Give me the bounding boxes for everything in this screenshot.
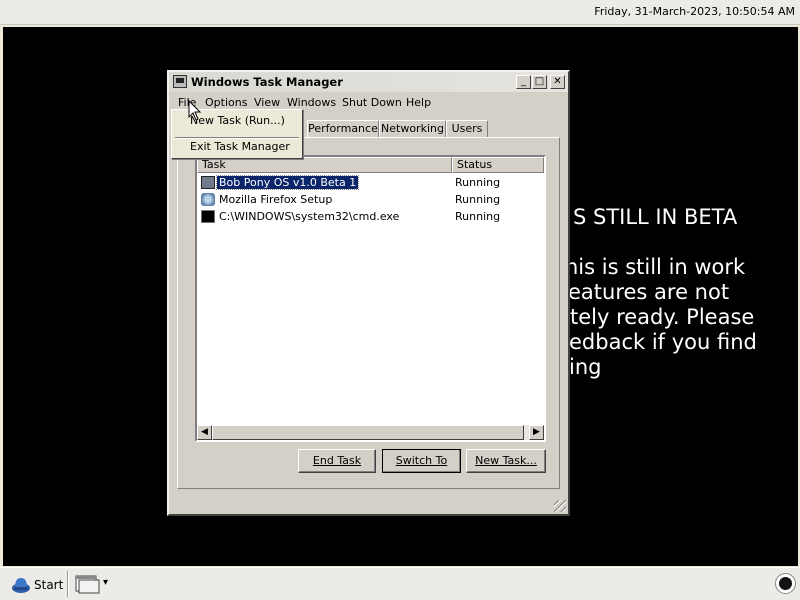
desktop-text-line: eatures are not [568,280,730,304]
maximize-button[interactable]: □ [532,75,547,89]
start-button[interactable]: Start [8,571,64,597]
start-icon [12,578,30,593]
end-task-button[interactable]: End Task [298,449,376,473]
scroll-thumb[interactable] [212,425,524,440]
task-row[interactable]: Bob Pony OS v1.0 Beta 1 Running [197,175,542,191]
tab-users[interactable]: Users [446,120,488,138]
task-name: Bob Pony OS v1.0 Beta 1 [215,175,360,190]
window-selector-button[interactable]: ▾ [74,572,112,596]
task-status: Running [455,176,501,189]
column-header-task[interactable]: Task [197,157,452,173]
window-title: Windows Task Manager [191,75,343,89]
desktop-text-line: edback if you find [569,330,757,354]
top-panel: Friday, 31-March-2023, 10:50:54 AM [0,0,800,25]
task-name: Mozilla Firefox Setup [219,193,333,206]
task-status: Running [455,210,501,223]
menu-item-new-task[interactable]: New Task (Run...) [190,114,285,127]
task-status: Running [455,193,501,206]
desktop-text-line: his is still in work [565,255,746,279]
task-list[interactable]: Task Status Bob Pony OS v1.0 Beta 1 Runn… [195,155,546,442]
desktop-text-line: tely ready. Please [570,305,755,329]
maximize-icon: □ [534,76,545,87]
switch-to-button[interactable]: Switch To [382,449,461,473]
mouse-cursor-icon [188,100,202,121]
taskbar-separator [67,571,69,597]
scroll-right-icon: ▶ [533,427,540,437]
task-row[interactable]: C:\WINDOWS\system32\cmd.exe Running [197,209,542,225]
tray-status-icon[interactable] [775,573,796,594]
task-row[interactable]: Mozilla Firefox Setup Running [197,192,542,208]
horizontal-scrollbar[interactable]: ◀ ▶ [197,425,544,440]
new-task-button[interactable]: New Task... [466,449,546,473]
chevron-down-icon: ▾ [103,577,109,588]
task-name: C:\WINDOWS\system32\cmd.exe [219,210,400,223]
cmd-icon [201,210,215,223]
column-header-status[interactable]: Status [452,157,544,173]
scroll-left-button[interactable]: ◀ [197,425,212,440]
menu-shut-down[interactable]: Shut Down [342,96,402,109]
minimize-icon: _ [521,76,526,87]
menu-item-exit-task-manager[interactable]: Exit Task Manager [190,140,290,153]
menu-view[interactable]: View [254,96,280,109]
app-window-icon [201,176,215,189]
task-manager-icon [173,75,187,88]
desktop-text-line: S STILL IN BETA [573,205,738,229]
minimize-button[interactable]: _ [516,75,531,89]
tab-networking[interactable]: Networking [379,120,446,138]
start-label: Start [34,578,64,592]
scroll-left-icon: ◀ [201,427,208,437]
close-button[interactable]: ✕ [550,75,565,89]
tab-performance[interactable]: Performance [307,120,379,138]
taskbar: Start ▾ [0,567,800,600]
menu-windows[interactable]: Windows [287,96,336,109]
menu-help[interactable]: Help [406,96,431,109]
close-icon: ✕ [553,76,562,87]
installer-icon [201,193,215,206]
resize-grip[interactable] [554,500,566,512]
clock[interactable]: Friday, 31-March-2023, 10:50:54 AM [594,5,795,18]
desktop-text-line: ing [569,355,602,379]
menu-options[interactable]: Options [205,96,247,109]
menu-separator [175,137,299,139]
title-bar[interactable]: Windows Task Manager _ □ ✕ [169,72,568,92]
scroll-right-button[interactable]: ▶ [529,425,544,440]
